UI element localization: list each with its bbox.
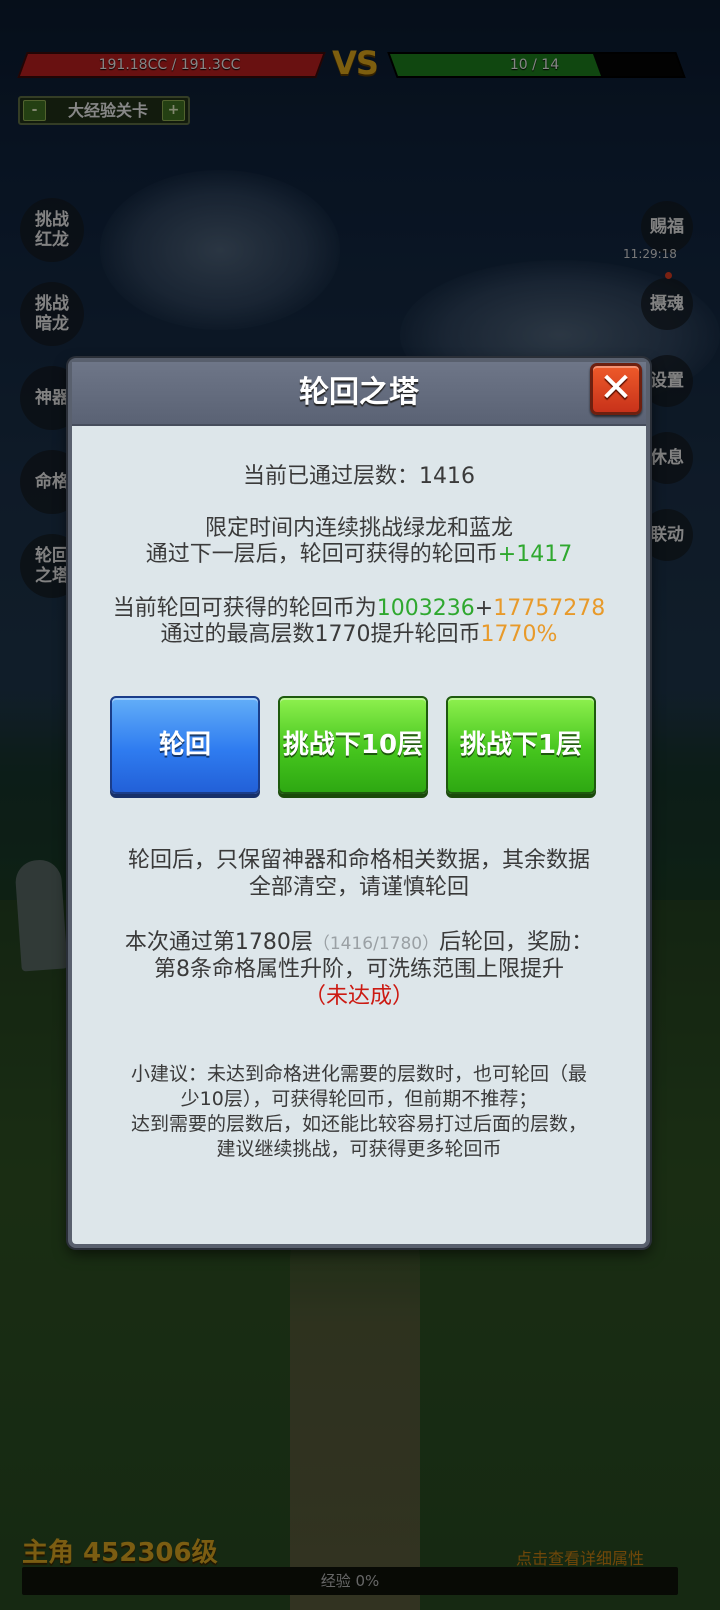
best-floor-bonus: 1770% [480,622,558,647]
close-icon[interactable]: ✕ [590,363,642,415]
dialog-title: 轮回之塔 [299,375,419,410]
reincarnation-tower-dialog: 轮回之塔 当前已通过层数：1416 限定时间内连续挑战绿龙和蓝龙 通过下一层后，… [68,358,650,1248]
next-floor-coin-value: +1417 [497,542,573,567]
current-floor-label: 当前已通过层数： [242,464,419,489]
description-line-2: 通过下一层后，轮回可获得的轮回币+1417 [72,536,646,568]
current-floor-value: 1416 [419,464,475,489]
dialog-header: 轮回之塔 [72,362,646,426]
best-floor-line: 通过的最高层数1770提升轮回币1770% [72,616,646,648]
warning-line-2: 全部清空，请谨慎轮回 [248,875,469,900]
tip-line-4: 建议继续挑战，可获得更多轮回币 [216,1138,502,1160]
challenge-next-1-button[interactable]: 挑战下1层 [446,696,596,794]
best-floor-label: 通过的最高层数1770提升轮回币 [160,622,481,647]
current-floor-line: 当前已通过层数：1416 [72,458,646,490]
tip-line-2: 少10层），可获得轮回币，但前期不推荐； [180,1088,538,1110]
rebirth-button[interactable]: 轮回 [110,696,260,794]
tip-line-1: 小建议：未达到命格进化需要的层数时，也可轮回（最 [130,1063,587,1085]
next-floor-coin-label: 通过下一层后，轮回可获得的轮回币 [145,542,498,567]
tip-line-3: 达到需要的层数后，如还能比较容易打过后面的层数， [130,1113,587,1135]
challenge-next-10-button[interactable]: 挑战下10层 [278,696,428,794]
reward-status: （未达成） [303,984,414,1009]
